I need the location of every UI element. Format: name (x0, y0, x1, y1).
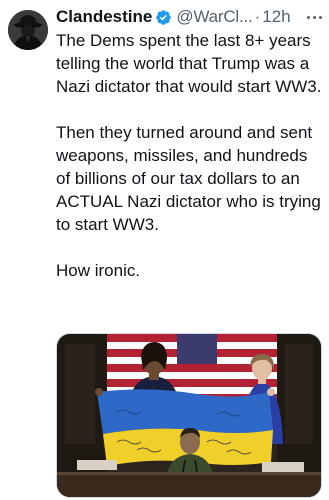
tweet-timestamp[interactable]: 12h (262, 5, 290, 29)
avatar[interactable] (8, 10, 48, 50)
verified-badge-icon (155, 9, 172, 26)
tweet-paragraph: Then they turned around and sent weapons… (56, 123, 321, 234)
more-options-icon[interactable] (307, 15, 324, 19)
tweet-paragraph: The Dems spent the last 8+ years telling… (56, 31, 322, 96)
ukraine-flag (97, 389, 273, 466)
photo-flag-scene (57, 334, 321, 497)
tweet-header: Clandestine @WarCl... · 12h (56, 5, 324, 29)
tweet-image[interactable] (56, 333, 322, 498)
tweet-paragraph: How ironic. (56, 261, 141, 280)
tweet[interactable]: Clandestine @WarCl... · 12h The Dems spe… (0, 0, 329, 500)
tweet-text: The Dems spent the last 8+ years telling… (56, 29, 324, 282)
separator-dot: · (254, 7, 261, 26)
author-handle[interactable]: @WarCl... (176, 5, 252, 29)
author-name[interactable]: Clandestine (56, 5, 152, 29)
avatar-image (8, 10, 48, 50)
